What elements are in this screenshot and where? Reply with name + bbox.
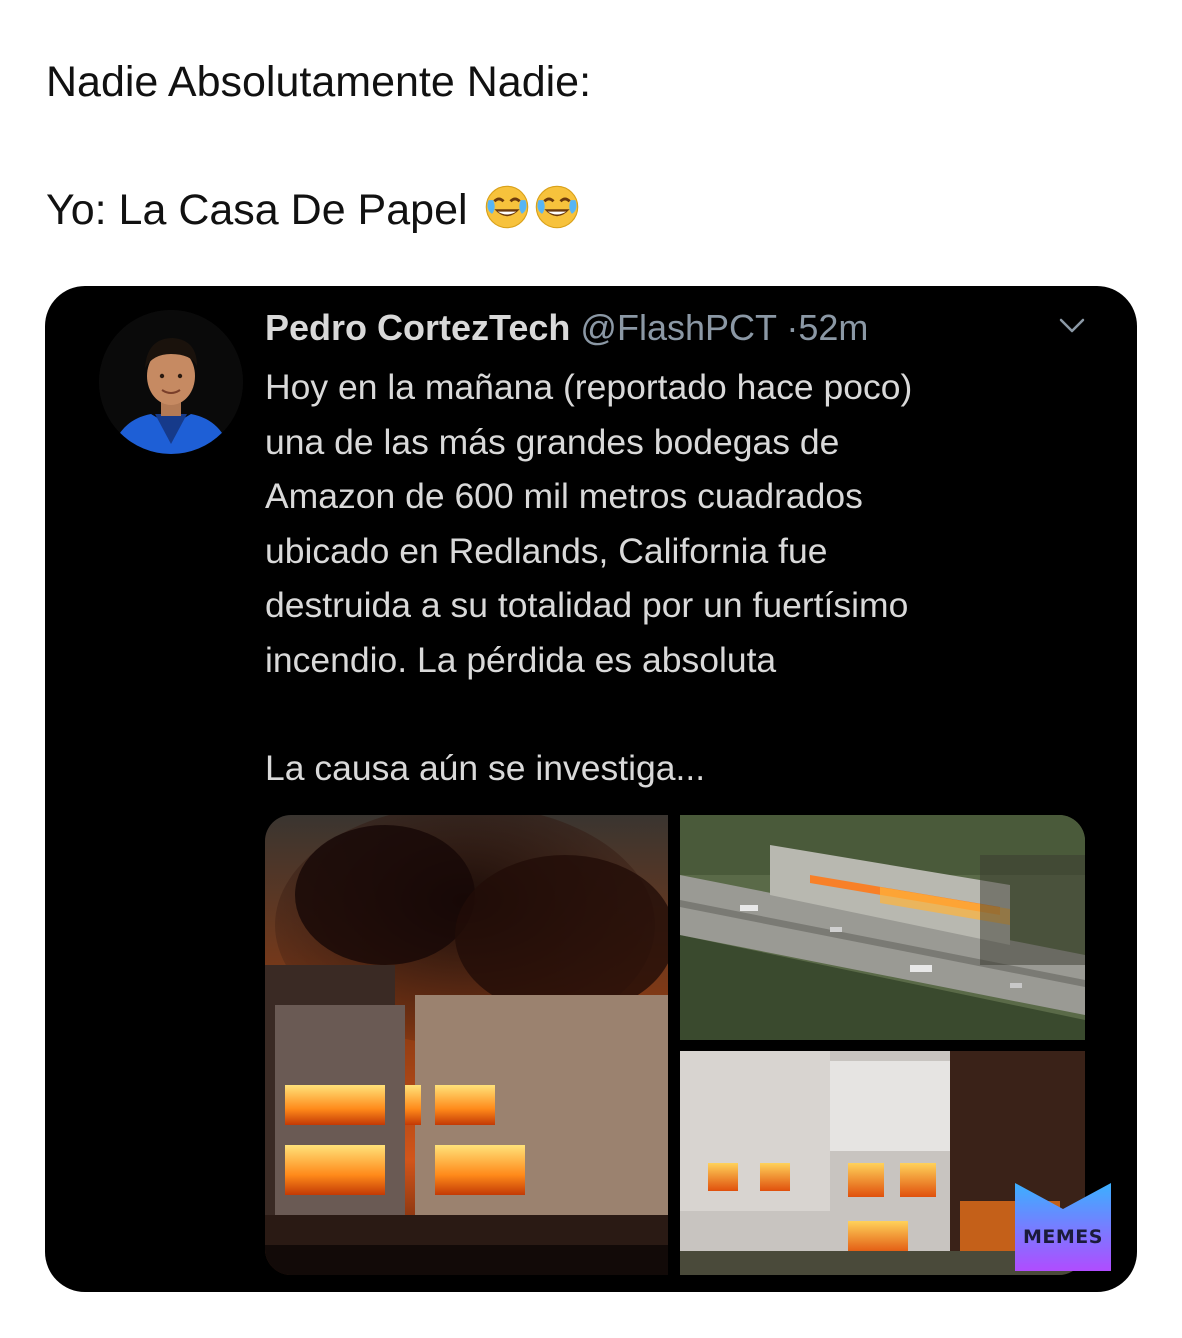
caption-line-2: Yo: La Casa De Papel bbox=[46, 184, 580, 236]
tweet-text: Hoy en la mañana (reportado hace poco) u… bbox=[265, 360, 1085, 796]
media-photo-building-fire[interactable] bbox=[265, 815, 668, 1275]
chevron-down-icon[interactable] bbox=[1057, 316, 1087, 336]
face-with-tears-of-joy-icon bbox=[535, 185, 578, 229]
face-with-tears-of-joy-icon bbox=[485, 185, 528, 229]
media-photo-aerial-highway[interactable] bbox=[680, 815, 1085, 1040]
tweet-card[interactable]: Pedro CortezTech @FlashPCT ·52m Hoy en l… bbox=[45, 286, 1137, 1292]
tweet-header: Pedro CortezTech @FlashPCT ·52m bbox=[265, 306, 868, 350]
author-handle[interactable]: @FlashPCT bbox=[580, 307, 776, 348]
avatar[interactable] bbox=[99, 310, 243, 454]
memes-watermark: MEMES bbox=[1015, 1183, 1111, 1271]
header-separator: · bbox=[786, 307, 799, 348]
tweet-time[interactable]: 52m bbox=[798, 307, 868, 348]
media-grid bbox=[265, 815, 1085, 1275]
caption-line-1: Nadie Absolutamente Nadie: bbox=[46, 58, 592, 106]
tweet-text-paragraph-2: La causa aún se investiga... bbox=[265, 748, 706, 788]
author-name[interactable]: Pedro CortezTech bbox=[265, 307, 570, 348]
memes-watermark-label: MEMES bbox=[1023, 1226, 1103, 1248]
tweet-text-paragraph-1: Hoy en la mañana (reportado hace poco) u… bbox=[265, 367, 913, 680]
caption-line-2-text: Yo: La Casa De Papel bbox=[46, 186, 468, 234]
